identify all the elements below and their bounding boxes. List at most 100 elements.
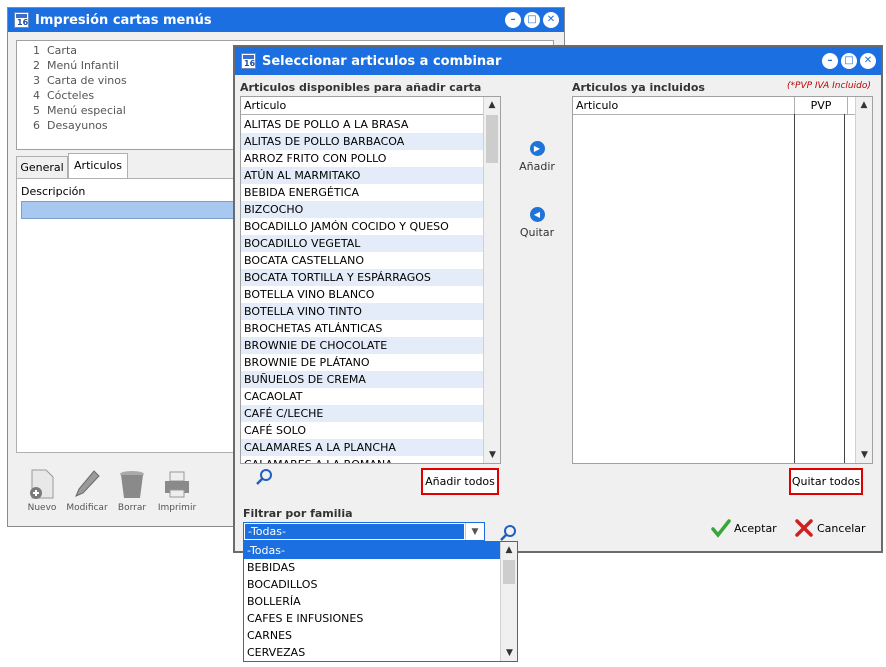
scroll-down-icon[interactable]: ▼ xyxy=(501,645,518,661)
family-option[interactable]: -Todas- xyxy=(244,542,500,559)
available-row[interactable]: BROWNIE DE CHOCOLATE xyxy=(241,337,483,354)
search-icon[interactable] xyxy=(255,468,273,486)
scroll-down-icon[interactable]: ▼ xyxy=(856,447,873,463)
menu-item-label: Desayunos xyxy=(47,119,108,132)
maximize-icon[interactable]: □ xyxy=(524,12,540,28)
available-row[interactable]: BOCADILLO JAMÓN COCIDO Y QUESO xyxy=(241,218,483,235)
available-row[interactable]: BOCADILLO VEGETAL xyxy=(241,235,483,252)
col-articulo: Articulo xyxy=(241,97,486,115)
remove-all-button[interactable]: Quitar todos xyxy=(789,468,863,495)
select-dialog: 16 Seleccionar articulos a combinar – □ … xyxy=(233,45,883,553)
add-button[interactable]: ▶ Añadir xyxy=(518,141,556,173)
menu-item-label: Carta de vinos xyxy=(47,74,127,87)
family-option[interactable]: BOCADILLOS xyxy=(244,576,500,593)
family-dropdown-list: -Todas- BEBIDAS BOCADILLOS BOLLERÍA CAFES E … xyxy=(243,541,518,662)
minimize-icon[interactable]: – xyxy=(505,12,521,28)
arrow-right-icon: ▶ xyxy=(529,141,545,156)
menu-item-label: Cócteles xyxy=(47,89,95,102)
cross-icon xyxy=(795,519,813,537)
family-select[interactable]: -Todas- ▼ xyxy=(243,522,485,541)
menu-item-number: 4 xyxy=(33,89,40,102)
close-icon[interactable]: ✕ xyxy=(860,53,876,69)
available-row[interactable]: BOCATA CASTELLANO xyxy=(241,252,483,269)
menu-item-label: Carta xyxy=(47,44,77,57)
tab-articulos[interactable]: Articulos xyxy=(68,153,128,179)
scroll-thumb[interactable] xyxy=(486,115,498,163)
scroll-thumb[interactable] xyxy=(503,560,515,584)
menu-item-label: Menú especial xyxy=(47,104,126,117)
chevron-down-icon[interactable]: ▼ xyxy=(465,523,484,540)
nuevo-button[interactable]: Nuevo xyxy=(20,468,64,513)
available-row[interactable]: BROCHETAS ATLÁNTICAS xyxy=(241,320,483,337)
menu-item-label: Menú Infantil xyxy=(47,59,119,72)
included-heading: Articulos ya incluidos xyxy=(572,81,705,94)
dialog-titlebar: 16 Seleccionar articulos a combinar – □ … xyxy=(235,47,881,75)
col-divider xyxy=(794,114,795,463)
scroll-down-icon[interactable]: ▼ xyxy=(484,447,501,463)
scroll-up-icon[interactable]: ▲ xyxy=(484,97,500,113)
new-document-icon xyxy=(30,469,54,499)
dialog-title: Seleccionar articulos a combinar xyxy=(262,53,502,69)
pencil-icon xyxy=(75,470,100,497)
minimize-icon[interactable]: – xyxy=(822,53,838,69)
available-row[interactable]: CAFÉ C/LECHE xyxy=(241,405,483,422)
modificar-button[interactable]: Modificar xyxy=(65,468,109,513)
available-row[interactable]: ALITAS DE POLLO BARBACOA xyxy=(241,133,483,150)
borrar-button[interactable]: Borrar xyxy=(110,468,154,513)
col-divider xyxy=(844,114,845,463)
available-row[interactable]: BOCATA TORTILLA Y ESPÁRRAGOS xyxy=(241,269,483,286)
scroll-up-icon[interactable]: ▲ xyxy=(501,542,517,558)
menu-item-number: 3 xyxy=(33,74,40,87)
available-row[interactable]: BOTELLA VINO TINTO xyxy=(241,303,483,320)
available-row[interactable]: BEBIDA ENERGÉTICA xyxy=(241,184,483,201)
col-pvp: PVP xyxy=(795,97,848,114)
family-option[interactable]: CARNES xyxy=(244,627,500,644)
available-row[interactable]: CACAOLAT xyxy=(241,388,483,405)
available-row[interactable]: BROWNIE DE PLÁTANO xyxy=(241,354,483,371)
family-select-value: -Todas- xyxy=(245,524,464,539)
filter-search-icon[interactable] xyxy=(499,524,517,542)
accept-button[interactable]: Aceptar xyxy=(711,518,777,538)
available-heading: Articulos disponibles para añadir carta xyxy=(240,81,482,94)
checkmark-icon xyxy=(711,519,731,538)
add-all-button[interactable]: Añadir todos xyxy=(421,468,499,495)
app-icon: 16 xyxy=(241,53,256,69)
included-scrollbar[interactable]: ▲ ▼ xyxy=(855,97,872,463)
family-option[interactable]: CAFES E INFUSIONES xyxy=(244,610,500,627)
available-row[interactable]: BIZCOCHO xyxy=(241,201,483,218)
imprimir-button[interactable]: Imprimir xyxy=(155,468,199,513)
family-option[interactable]: CERVEZAS xyxy=(244,644,500,661)
available-list: Articulo ALITAS DE POLLO A LA BRASA ALITA… xyxy=(240,96,501,464)
menu-item-number: 6 xyxy=(33,119,40,132)
available-row[interactable]: BUÑUELOS DE CREMA xyxy=(241,371,483,388)
close-icon[interactable]: ✕ xyxy=(543,12,559,28)
available-row[interactable]: CALAMARES A LA PLANCHA xyxy=(241,439,483,456)
scroll-up-icon[interactable]: ▲ xyxy=(856,97,872,113)
back-titlebar: 16 Impresión cartas menús – □ ✕ xyxy=(8,8,564,32)
pvp-note: (*PVP IVA Incluido) xyxy=(787,81,871,91)
available-row[interactable]: ATÚN AL MARMITAKO xyxy=(241,167,483,184)
available-row[interactable]: CAFÉ SOLO xyxy=(241,422,483,439)
back-title: Impresión cartas menús xyxy=(35,12,212,28)
menu-item-number: 5 xyxy=(33,104,40,117)
available-row[interactable]: ARROZ FRITO CON POLLO xyxy=(241,150,483,167)
filter-label: Filtrar por familia xyxy=(243,507,353,520)
trash-icon xyxy=(120,471,144,498)
cancel-button[interactable]: Cancelar xyxy=(794,518,866,538)
included-header: Articulo PVP xyxy=(573,97,855,115)
available-row[interactable]: CALAMARES A LA ROMANA xyxy=(241,456,483,463)
available-row[interactable]: ALITAS DE POLLO A LA BRASA xyxy=(241,116,483,133)
dropdown-scrollbar[interactable]: ▲ ▼ xyxy=(500,542,517,661)
tab-general[interactable]: General xyxy=(16,156,68,178)
included-list: Articulo PVP ▲ ▼ xyxy=(572,96,873,464)
col-descripcion: Descripción xyxy=(21,185,86,198)
col-articulo: Articulo xyxy=(573,97,795,114)
family-option[interactable]: BOLLERÍA xyxy=(244,593,500,610)
menu-item-number: 1 xyxy=(33,44,40,57)
maximize-icon[interactable]: □ xyxy=(841,53,857,69)
remove-button[interactable]: ◀ Quitar xyxy=(518,207,556,239)
available-scrollbar[interactable]: ▲ ▼ xyxy=(483,97,500,463)
family-option[interactable]: BEBIDAS xyxy=(244,559,500,576)
available-row[interactable]: BOTELLA VINO BLANCO xyxy=(241,286,483,303)
arrow-left-icon: ◀ xyxy=(529,207,545,222)
